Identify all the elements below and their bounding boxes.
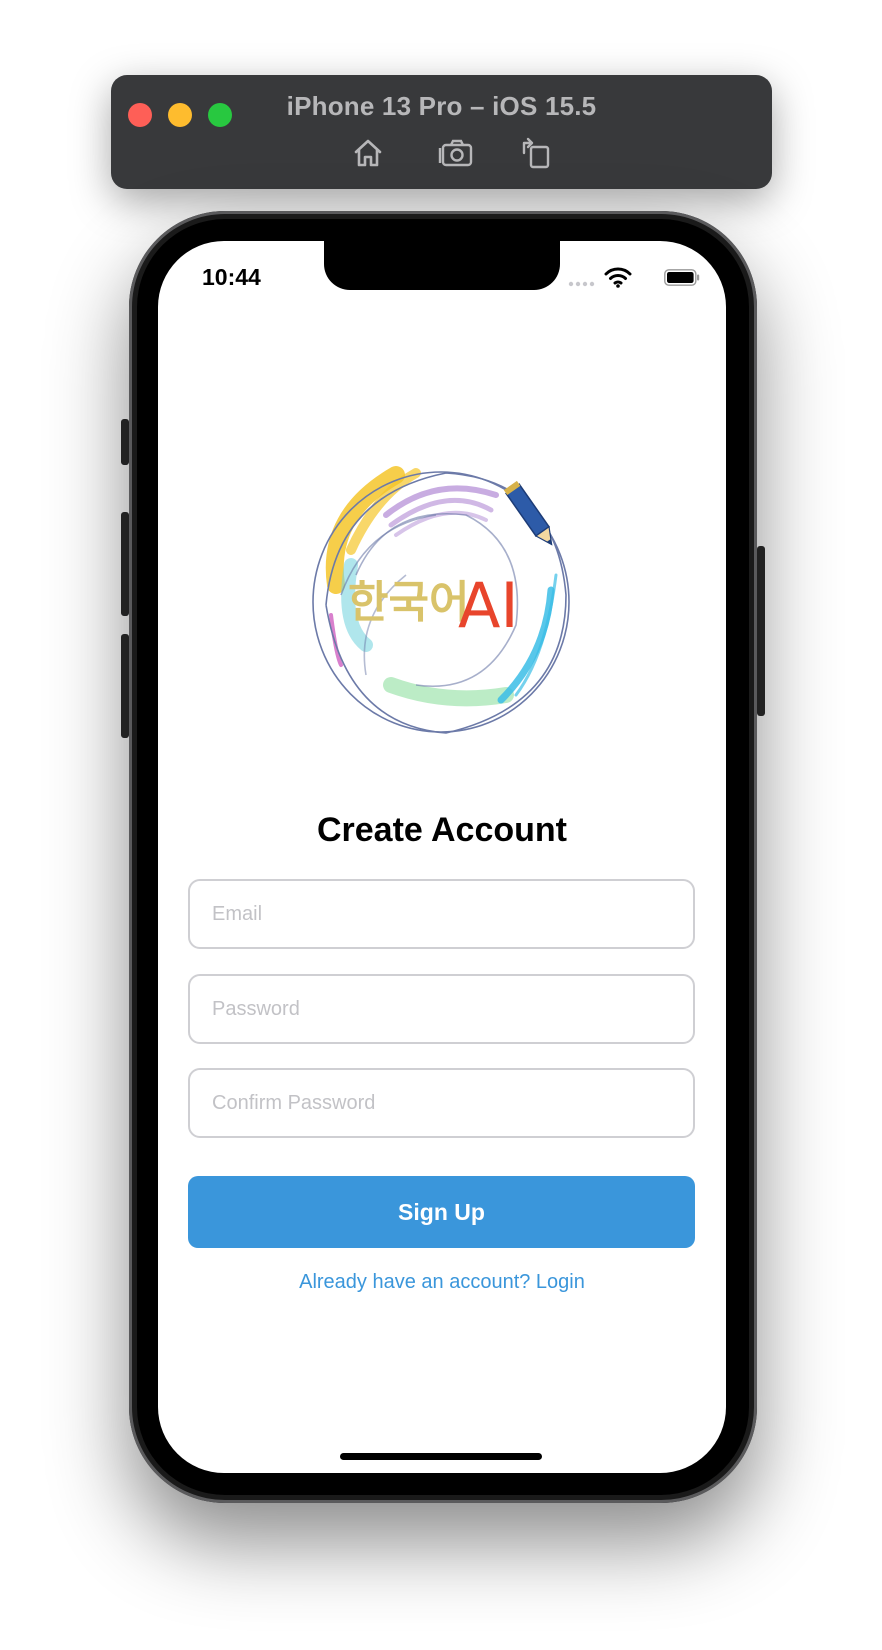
home-icon[interactable] (348, 133, 388, 173)
password-field[interactable] (188, 974, 695, 1044)
page-title: Create Account (316, 811, 568, 849)
confirm-password-input[interactable] (190, 1070, 693, 1136)
wifi-icon (604, 267, 632, 288)
sign-up-button[interactable]: Sign Up (188, 1176, 695, 1248)
signal-icon (568, 281, 595, 287)
email-field[interactable] (188, 879, 695, 949)
confirm-password-field[interactable] (188, 1068, 695, 1138)
notch (324, 241, 560, 290)
password-input[interactable] (190, 976, 693, 1042)
status-icons (560, 265, 700, 291)
simulator-toolbar (111, 133, 772, 175)
home-indicator (340, 1453, 542, 1460)
logo-ai-text: AI (458, 569, 519, 642)
simulator-title-bar: iPhone 13 Pro – iOS 15.5 (111, 75, 772, 189)
simulator-title: iPhone 13 Pro – iOS 15.5 (286, 91, 597, 121)
status-time: 10:44 (202, 264, 261, 290)
email-input[interactable] (190, 881, 693, 947)
volume-down-button (121, 634, 129, 738)
mute-switch (121, 419, 129, 465)
login-link[interactable]: Already have an account? Login (158, 1271, 726, 1294)
volume-up-button (121, 512, 129, 616)
battery-icon (664, 269, 700, 286)
app-logo: 한국어 AI (312, 466, 570, 734)
power-button (757, 546, 765, 716)
phone-screen: 10:44 한국어 AI Create Account Email Sign U… (158, 241, 726, 1473)
rotate-icon[interactable] (516, 133, 556, 173)
logo-korean-text: 한국어 (348, 577, 469, 628)
screenshot-icon[interactable] (437, 133, 477, 173)
